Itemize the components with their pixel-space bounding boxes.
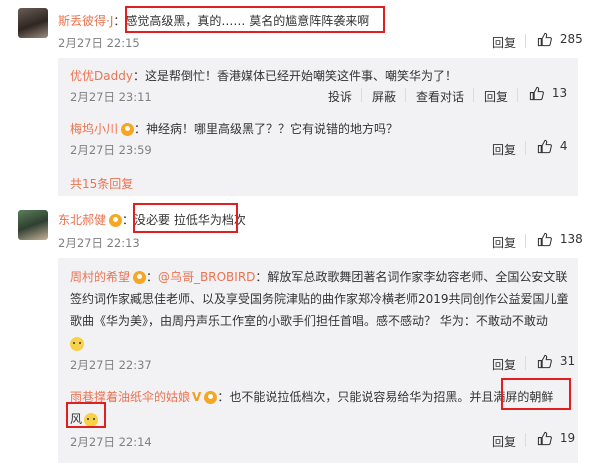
reply-line: 周村的希望 ：@乌哥_BROBIRD：解放军总政歌舞团著名词作家李幼容老师、全国公… <box>70 266 575 288</box>
reply-button[interactable]: 回复 <box>492 234 516 251</box>
reply-line: 优优Daddy：这是帮倒忙！香港媒体已经开始嘲笑这件事、嘲笑华为了！ <box>70 67 457 84</box>
divider <box>525 141 526 155</box>
divider <box>525 433 526 447</box>
colon: ： <box>146 270 159 284</box>
reply-button[interactable]: 回复 <box>492 34 516 51</box>
like-button[interactable]: 13 <box>529 86 567 101</box>
highlight-box <box>133 203 238 233</box>
divider <box>361 88 362 102</box>
divider <box>525 34 526 48</box>
thumbs-up-icon <box>537 354 552 369</box>
colon: ： <box>217 390 230 404</box>
like-button[interactable]: 138 <box>537 232 583 247</box>
emoji-line <box>70 332 575 354</box>
like-count: 31 <box>559 354 576 368</box>
avatar[interactable] <box>18 210 48 240</box>
report-button[interactable]: 投诉 <box>328 88 352 105</box>
medal-icon <box>204 391 218 404</box>
reply-button[interactable]: 回复 <box>492 356 516 373</box>
like-count: 13 <box>551 86 568 100</box>
like-count: 285 <box>559 32 583 46</box>
divider <box>473 88 474 102</box>
like-button[interactable]: 285 <box>537 32 583 47</box>
reply-line: 梅坞小川 ：神经病！哪里高级黑了？？它有说错的地方吗？ <box>70 120 398 137</box>
smile-emoji-icon <box>70 336 84 351</box>
reply-time: 2月27日 22:14 <box>70 435 152 449</box>
reply-body: 雨巷撑着油纸伞的姑娘 V ：也不能说拉低档次，只能说容易给华为招黑。并且满屏的朝鲜 … <box>70 386 575 430</box>
reply-button[interactable]: 回复 <box>484 88 508 105</box>
reply-author[interactable]: 梅坞小川 <box>70 122 118 136</box>
reply-text: 歌曲《华为美》，由周丹声乐工作室的小歌手们担任首唱。感不感动？ 华为：不敢动不敢… <box>70 314 548 328</box>
reply-time: 2月27日 23:11 <box>70 90 152 104</box>
reply-time: 2月27日 22:37 <box>70 358 152 372</box>
colon: ： <box>255 270 268 284</box>
avatar[interactable] <box>18 8 48 38</box>
like-button[interactable]: 31 <box>537 354 575 369</box>
like-button[interactable]: 4 <box>537 139 567 154</box>
divider <box>517 88 518 102</box>
divider <box>525 234 526 248</box>
thumbs-up-icon <box>537 431 552 446</box>
like-count: 19 <box>559 431 576 445</box>
highlight-box <box>125 6 385 33</box>
colon: ： <box>113 14 126 28</box>
reply-line: 雨巷撑着油纸伞的姑娘 V ：也不能说拉低档次，只能说容易给华为招黑。并且满屏的朝鲜 <box>70 386 575 408</box>
colon: ： <box>132 69 145 83</box>
reply-body: 周村的希望 ：@乌哥_BROBIRD：解放军总政歌舞团著名词作家李幼容老师、全国公… <box>70 266 575 354</box>
block-button[interactable]: 屏蔽 <box>372 88 396 105</box>
divider <box>405 88 406 102</box>
reply-button[interactable]: 回复 <box>492 433 516 450</box>
like-count: 4 <box>559 139 568 153</box>
highlight-box <box>501 378 571 410</box>
like-count: 138 <box>559 232 583 246</box>
comment-time: 2月27日 22:15 <box>58 36 140 50</box>
reply-author[interactable]: 优优Daddy <box>70 69 133 83</box>
reply-text: 签约词作家臧思佳老师、以及享受国务院津贴的曲作家郑冷横老师2019共同创作公益爱… <box>70 292 569 306</box>
thumbs-up-icon <box>529 86 544 101</box>
reply-text: 这是帮倒忙！香港媒体已经开始嘲笑这件事、嘲笑华为了！ <box>144 69 457 83</box>
colon: ： <box>134 122 147 136</box>
mention-link[interactable]: @乌哥_BROBIRD <box>158 270 255 284</box>
thumbs-up-icon <box>537 32 552 47</box>
reply-text: 解放军总政歌舞团著名词作家李幼容老师、全国公安文联 <box>267 270 568 284</box>
comment-author[interactable]: 东北郝健 <box>58 213 106 227</box>
thumbs-up-icon <box>537 232 552 247</box>
divider <box>525 356 526 370</box>
comment-time: 2月27日 22:13 <box>58 236 140 250</box>
comment-author[interactable]: 斯丢彼得·J <box>58 14 113 28</box>
reply-line: 风 <box>70 408 575 430</box>
reply-author[interactable]: 周村的希望 <box>70 270 130 284</box>
reply-button[interactable]: 回复 <box>492 141 516 158</box>
medal-icon <box>121 123 135 136</box>
reply-time: 2月27日 23:59 <box>70 143 152 157</box>
medal-icon <box>109 214 123 227</box>
more-replies-link[interactable]: 共15条回复 <box>70 175 133 192</box>
reply-text: 神经病！哪里高级黑了？？它有说错的地方吗？ <box>146 122 399 136</box>
verified-v-icon: V <box>192 390 202 404</box>
like-button[interactable]: 19 <box>537 431 575 446</box>
view-conversation-button[interactable]: 查看对话 <box>416 88 464 105</box>
highlight-box <box>66 402 106 428</box>
thumbs-up-icon <box>537 139 552 154</box>
medal-icon <box>133 271 147 284</box>
